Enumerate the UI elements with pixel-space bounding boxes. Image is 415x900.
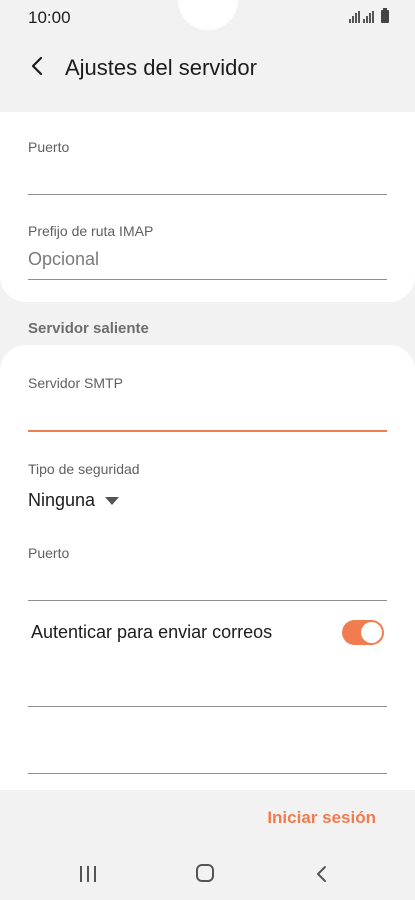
- security-type-dropdown[interactable]: Ninguna: [28, 490, 120, 511]
- auth-toggle-label: Autenticar para enviar correos: [31, 622, 273, 642]
- imap-prefix-label: Prefijo de ruta IMAP: [28, 223, 154, 239]
- signal-icon: [363, 11, 374, 23]
- smtp-server-input[interactable]: [28, 396, 387, 430]
- home-icon[interactable]: [196, 864, 214, 882]
- recent-apps-icon[interactable]: [80, 866, 96, 882]
- imap-prefix-placeholder: Opcional: [28, 249, 100, 269]
- incoming-port-underline: [28, 194, 387, 195]
- battery-icon: [381, 8, 389, 23]
- username-input[interactable]: [28, 672, 387, 706]
- outgoing-port-input[interactable]: [28, 566, 387, 600]
- back-icon[interactable]: [314, 864, 330, 884]
- incoming-port-input[interactable]: [28, 160, 387, 194]
- smtp-server-underline: [28, 430, 387, 432]
- system-nav-bar: [0, 858, 415, 900]
- caret-down-icon: [105, 496, 120, 505]
- camera-notch: [178, 0, 238, 30]
- auth-toggle[interactable]: [342, 620, 384, 645]
- app-header: Ajustes del servidor: [0, 36, 415, 112]
- incoming-port-label: Puerto: [28, 139, 70, 155]
- outgoing-section-title: Servidor saliente: [28, 320, 149, 337]
- password-input[interactable]: [28, 740, 387, 774]
- imap-prefix-input[interactable]: Opcional: [0, 244, 387, 280]
- security-type-label: Tipo de seguridad: [28, 461, 140, 477]
- page-title: Ajustes del servidor: [65, 55, 257, 80]
- status-icons: [349, 8, 389, 23]
- chevron-left-icon: [31, 56, 43, 76]
- status-bar: 10:00: [0, 0, 415, 36]
- password-underline: [28, 773, 387, 774]
- signal-icon: [349, 11, 360, 23]
- status-time: 10:00: [28, 8, 71, 27]
- outgoing-port-label: Puerto: [28, 545, 70, 561]
- smtp-server-label: Servidor SMTP: [28, 375, 123, 391]
- login-button[interactable]: Iniciar sesión: [267, 808, 376, 828]
- back-button[interactable]: [24, 52, 52, 80]
- toggle-knob: [361, 622, 382, 643]
- outgoing-port-underline: [28, 600, 387, 601]
- imap-prefix-underline: [28, 279, 387, 280]
- security-type-value: Ninguna: [28, 490, 96, 510]
- username-underline: [28, 706, 387, 707]
